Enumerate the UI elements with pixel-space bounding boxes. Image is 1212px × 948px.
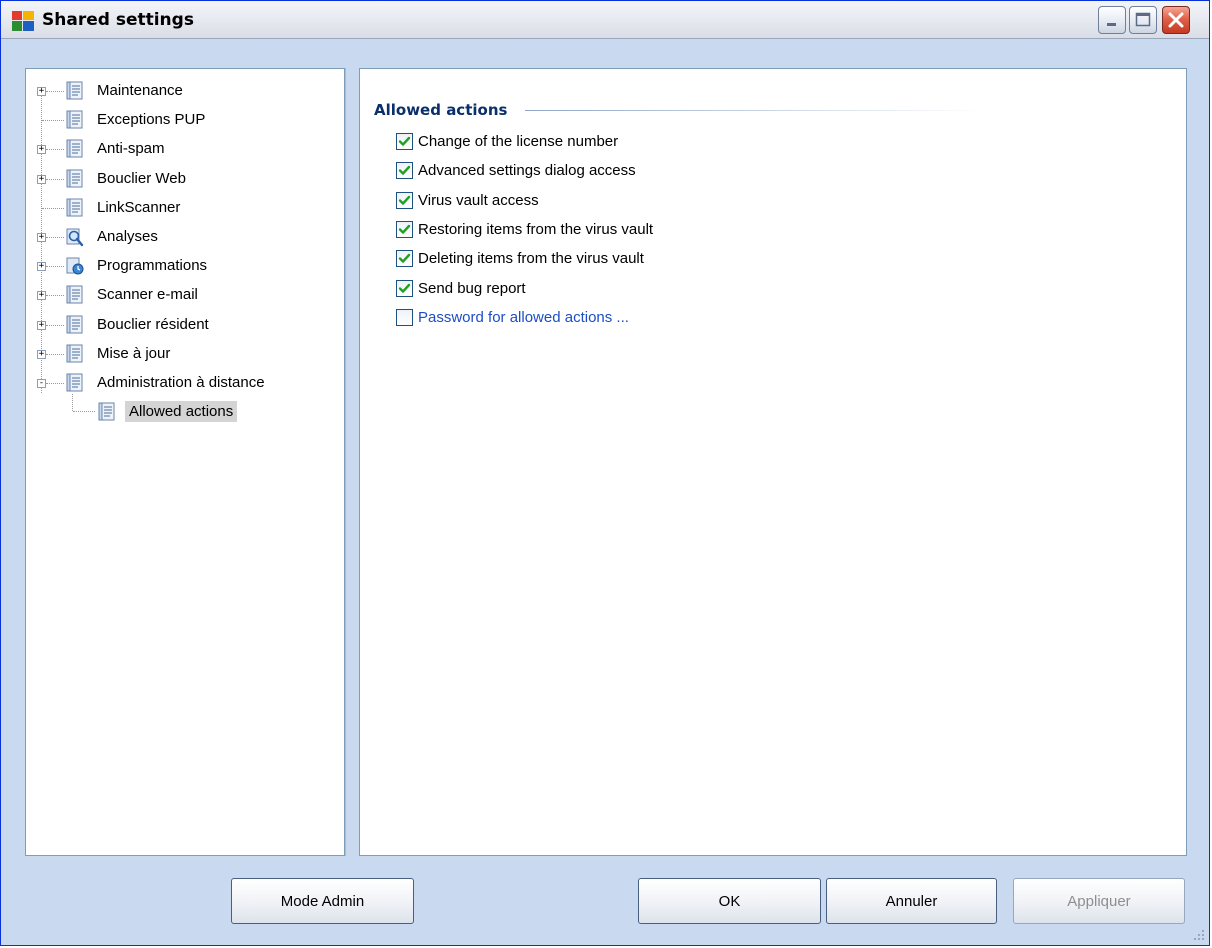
expand-icon[interactable]: + (37, 320, 46, 330)
settings-tree[interactable]: + Maintenance Exceptions PUP + Anti-spam + Bou… (25, 68, 345, 856)
tree-item[interactable]: Exceptions PUP (26, 108, 326, 137)
maximize-button[interactable] (1129, 6, 1157, 34)
tree-item-label: LinkScanner (97, 198, 181, 216)
option-label: Change of the license number (418, 133, 619, 150)
checkmark-icon (398, 195, 411, 205)
title-bar[interactable]: Shared settings (1, 1, 1209, 39)
tree-item[interactable]: + Bouclier résident (26, 313, 326, 342)
expand-icon[interactable]: + (37, 291, 46, 301)
tree-item[interactable]: LinkScanner (26, 196, 326, 225)
checkmark-icon (398, 224, 411, 234)
tree-item[interactable]: + Maintenance (26, 79, 326, 108)
tree-item[interactable]: + Mise à jour (26, 342, 326, 371)
tree-item[interactable]: + Programmations (26, 254, 326, 283)
checkbox-checked[interactable] (396, 279, 413, 297)
mode-admin-button[interactable]: Mode Admin (231, 878, 414, 924)
tree-item-label: Bouclier Web (97, 169, 186, 187)
tree-connector (46, 383, 64, 384)
tree-connector (46, 324, 64, 326)
expand-icon[interactable]: + (37, 145, 46, 155)
maximize-icon (1135, 12, 1151, 27)
tree-item-label: Anti-spam (97, 140, 165, 158)
collapse-icon[interactable]: - (37, 379, 46, 388)
checkmark-icon (398, 136, 411, 146)
option-label: Send bug report (418, 279, 526, 297)
shared-settings-window: Shared settings + Maintenance Exceptions P… (0, 0, 1210, 946)
tree-connector (46, 237, 64, 238)
tree-connector (46, 178, 64, 180)
avg-logo-icon (12, 11, 34, 31)
resize-grip-icon[interactable] (1193, 929, 1205, 941)
checkbox-unchecked[interactable] (396, 308, 413, 326)
expand-icon[interactable]: + (37, 262, 46, 272)
checkbox-checked[interactable] (396, 250, 413, 268)
cancel-button[interactable]: Annuler (826, 878, 997, 924)
section-divider (525, 110, 985, 111)
tree-connector (46, 149, 64, 151)
checkbox-checked[interactable] (396, 191, 413, 209)
tree-item-label: Administration à distance (97, 374, 265, 391)
ok-button[interactable]: OK (638, 878, 821, 924)
tree-item-label: Allowed actions (125, 401, 238, 423)
tree-connector (42, 120, 64, 122)
content-panel: Allowed actions Change of the license nu… (359, 68, 1187, 856)
close-icon (1168, 12, 1184, 28)
tree-connector (42, 207, 64, 209)
option-label[interactable]: Password for allowed actions ... (418, 309, 629, 326)
checkmark-icon (398, 166, 411, 175)
expand-icon[interactable]: + (37, 87, 46, 96)
option-label: Restoring items from the virus vault (418, 220, 654, 238)
tree-item-label: Mise à jour (97, 344, 171, 362)
tree-item-label: Programmations (97, 257, 208, 275)
expand-icon[interactable]: + (37, 349, 46, 359)
mode-admin-label: Mode Admin (280, 892, 365, 910)
expand-icon[interactable]: + (37, 174, 46, 184)
section-title: Allowed actions (374, 101, 508, 119)
tree-item-label: Bouclier résident (97, 315, 209, 333)
minimize-icon (1107, 23, 1116, 26)
tree-item[interactable]: - Administration à distance (26, 371, 326, 400)
checkmark-icon (398, 283, 411, 293)
apply-button[interactable]: Appliquer (1013, 878, 1185, 924)
checkmark-icon (398, 253, 411, 263)
checkbox-checked[interactable] (396, 162, 413, 180)
tree-item[interactable]: + Scanner e-mail (26, 283, 326, 312)
panel-splitter[interactable] (345, 68, 359, 856)
apply-label: Appliquer (1067, 892, 1131, 910)
tree-connector (46, 295, 64, 297)
minimize-button[interactable] (1098, 6, 1126, 34)
tree-item-label: Analyses (97, 228, 158, 245)
tree-connector (46, 353, 64, 355)
option-label: Virus vault access (418, 191, 539, 209)
tree-item[interactable]: + Analyses (26, 225, 326, 254)
tree-connector (46, 266, 64, 268)
checkbox-checked[interactable] (396, 133, 413, 150)
tree-connector (46, 91, 64, 92)
close-button[interactable] (1162, 6, 1190, 34)
option-label: Advanced settings dialog access (418, 162, 636, 180)
cancel-label: Annuler (885, 892, 938, 910)
window-title: Shared settings (42, 10, 194, 30)
checkbox-checked[interactable] (396, 220, 413, 238)
tree-item[interactable]: + Bouclier Web (26, 167, 326, 196)
option-label: Deleting items from the virus vault (418, 250, 644, 268)
tree-item[interactable]: + Anti-spam (26, 137, 326, 166)
tree-item-label: Maintenance (97, 82, 183, 99)
expand-icon[interactable]: + (37, 233, 46, 242)
tree-item-label: Scanner e-mail (97, 286, 198, 304)
ok-label: OK (718, 892, 741, 910)
tree-item-label: Exceptions PUP (97, 111, 206, 129)
tree-item[interactable]: Allowed actions (26, 400, 326, 429)
